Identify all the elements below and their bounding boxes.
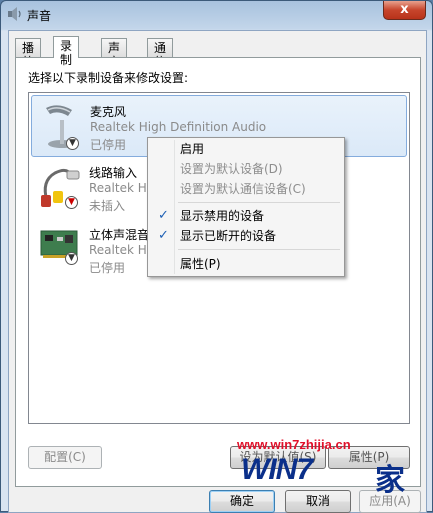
sound-card-icon: [37, 223, 85, 275]
context-menu: 启用 设置为默认设备(D) 设置为默认通信设备(C) ✓ 显示禁用的设备 ✓ 显…: [147, 137, 345, 277]
instruction-text: 选择以下录制设备来修改设置:: [28, 71, 189, 85]
configure-button[interactable]: 配置(C): [28, 446, 102, 469]
menu-item-label: 显示禁用的设备: [180, 209, 265, 223]
device-name: 线路输入: [89, 166, 138, 180]
tab-playback[interactable]: 播放: [15, 38, 42, 69]
speaker-icon: [7, 7, 23, 21]
device-status: 已停用: [89, 261, 126, 275]
menu-item-show-disabled[interactable]: ✓ 显示禁用的设备: [150, 206, 342, 226]
device-status: 未插入: [89, 199, 126, 213]
properties-button[interactable]: 属性(P): [328, 446, 410, 469]
tab-communications[interactable]: 通信: [147, 38, 174, 69]
menu-item-label: 属性(P): [180, 257, 221, 271]
menu-item-show-disconnected[interactable]: ✓ 显示已断开的设备: [150, 226, 342, 246]
disabled-badge-icon: ▼: [66, 137, 79, 150]
tab-recording[interactable]: 录制: [53, 36, 80, 67]
window-title: 声音: [27, 9, 52, 23]
check-icon: ✓: [158, 208, 169, 223]
tab-sounds[interactable]: 声音: [101, 38, 128, 69]
device-status: 已停用: [90, 138, 127, 152]
menu-item-label: 设置为默认设备(D): [180, 162, 283, 176]
menu-separator: [178, 249, 340, 250]
menu-item-label: 启用: [180, 142, 205, 156]
menu-separator: [178, 202, 340, 203]
ok-button[interactable]: 确定: [209, 490, 275, 513]
menu-item-properties[interactable]: 属性(P): [150, 254, 342, 274]
menu-item-label: 设置为默认通信设备(C): [180, 182, 306, 196]
set-default-button[interactable]: 设为默认值(S): [230, 446, 326, 469]
close-button[interactable]: x: [383, 1, 426, 20]
sound-dialog: 声音 x 播放 录制 声音 通信 选择以下录制设备来修改设置:: [0, 0, 433, 513]
disabled-badge-icon: ▼: [65, 252, 78, 265]
device-name: 立体声混音: [89, 228, 150, 242]
menu-item-set-default[interactable]: 设置为默认设备(D): [150, 159, 342, 179]
menu-item-label: 显示已断开的设备: [180, 229, 277, 243]
device-name: 麦克风: [90, 105, 127, 119]
unplugged-badge-icon: ▼: [65, 196, 78, 209]
menu-item-enable[interactable]: 启用: [150, 139, 342, 159]
apply-button[interactable]: 应用(A): [359, 490, 421, 513]
title-bar[interactable]: 声音 x: [1, 1, 432, 29]
check-icon: ✓: [158, 228, 169, 243]
menu-item-set-default-communication[interactable]: 设置为默认通信设备(C): [150, 179, 342, 199]
device-driver: Realtek High Definition Audio: [90, 120, 267, 134]
cancel-button[interactable]: 取消: [285, 490, 351, 513]
line-in-icon: [37, 161, 85, 213]
